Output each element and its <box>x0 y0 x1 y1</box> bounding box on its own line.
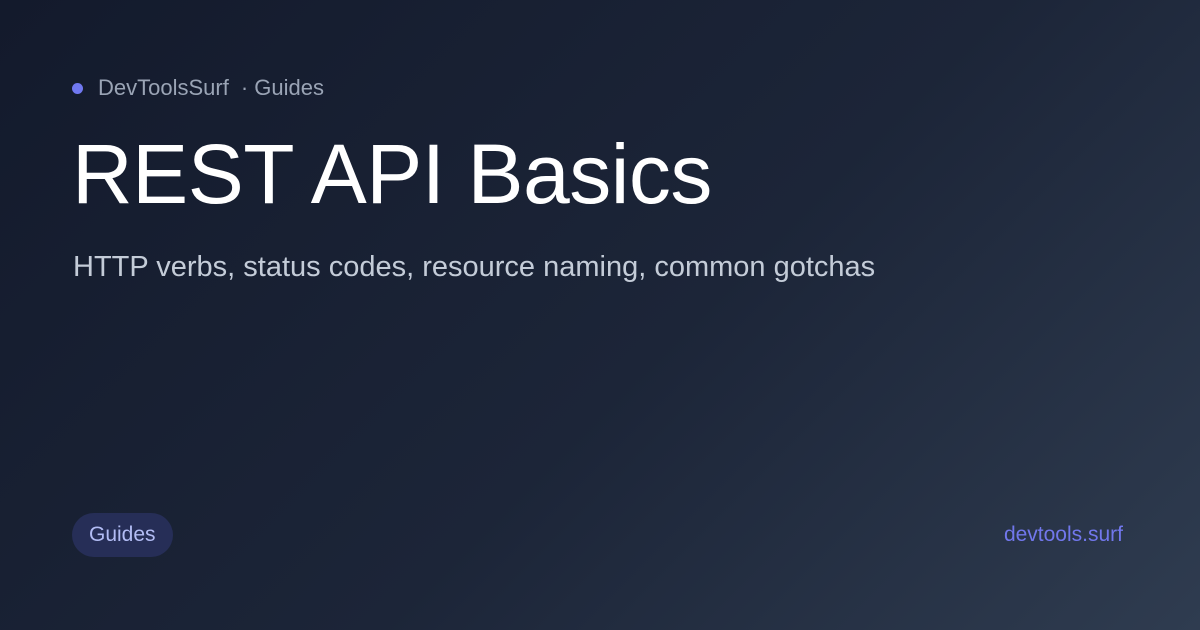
page-subtitle: HTTP verbs, status codes, resource namin… <box>73 251 876 283</box>
brand-row: DevToolsSurf · Guides <box>72 74 324 102</box>
brand-section: · Guides <box>240 75 324 100</box>
page-title: REST API Basics <box>72 127 712 221</box>
brand-dot-icon <box>72 82 83 94</box>
site-link[interactable]: devtools.surf <box>1004 521 1123 549</box>
brand-name: DevToolsSurf <box>98 75 229 100</box>
category-badge[interactable]: Guides <box>72 513 173 557</box>
